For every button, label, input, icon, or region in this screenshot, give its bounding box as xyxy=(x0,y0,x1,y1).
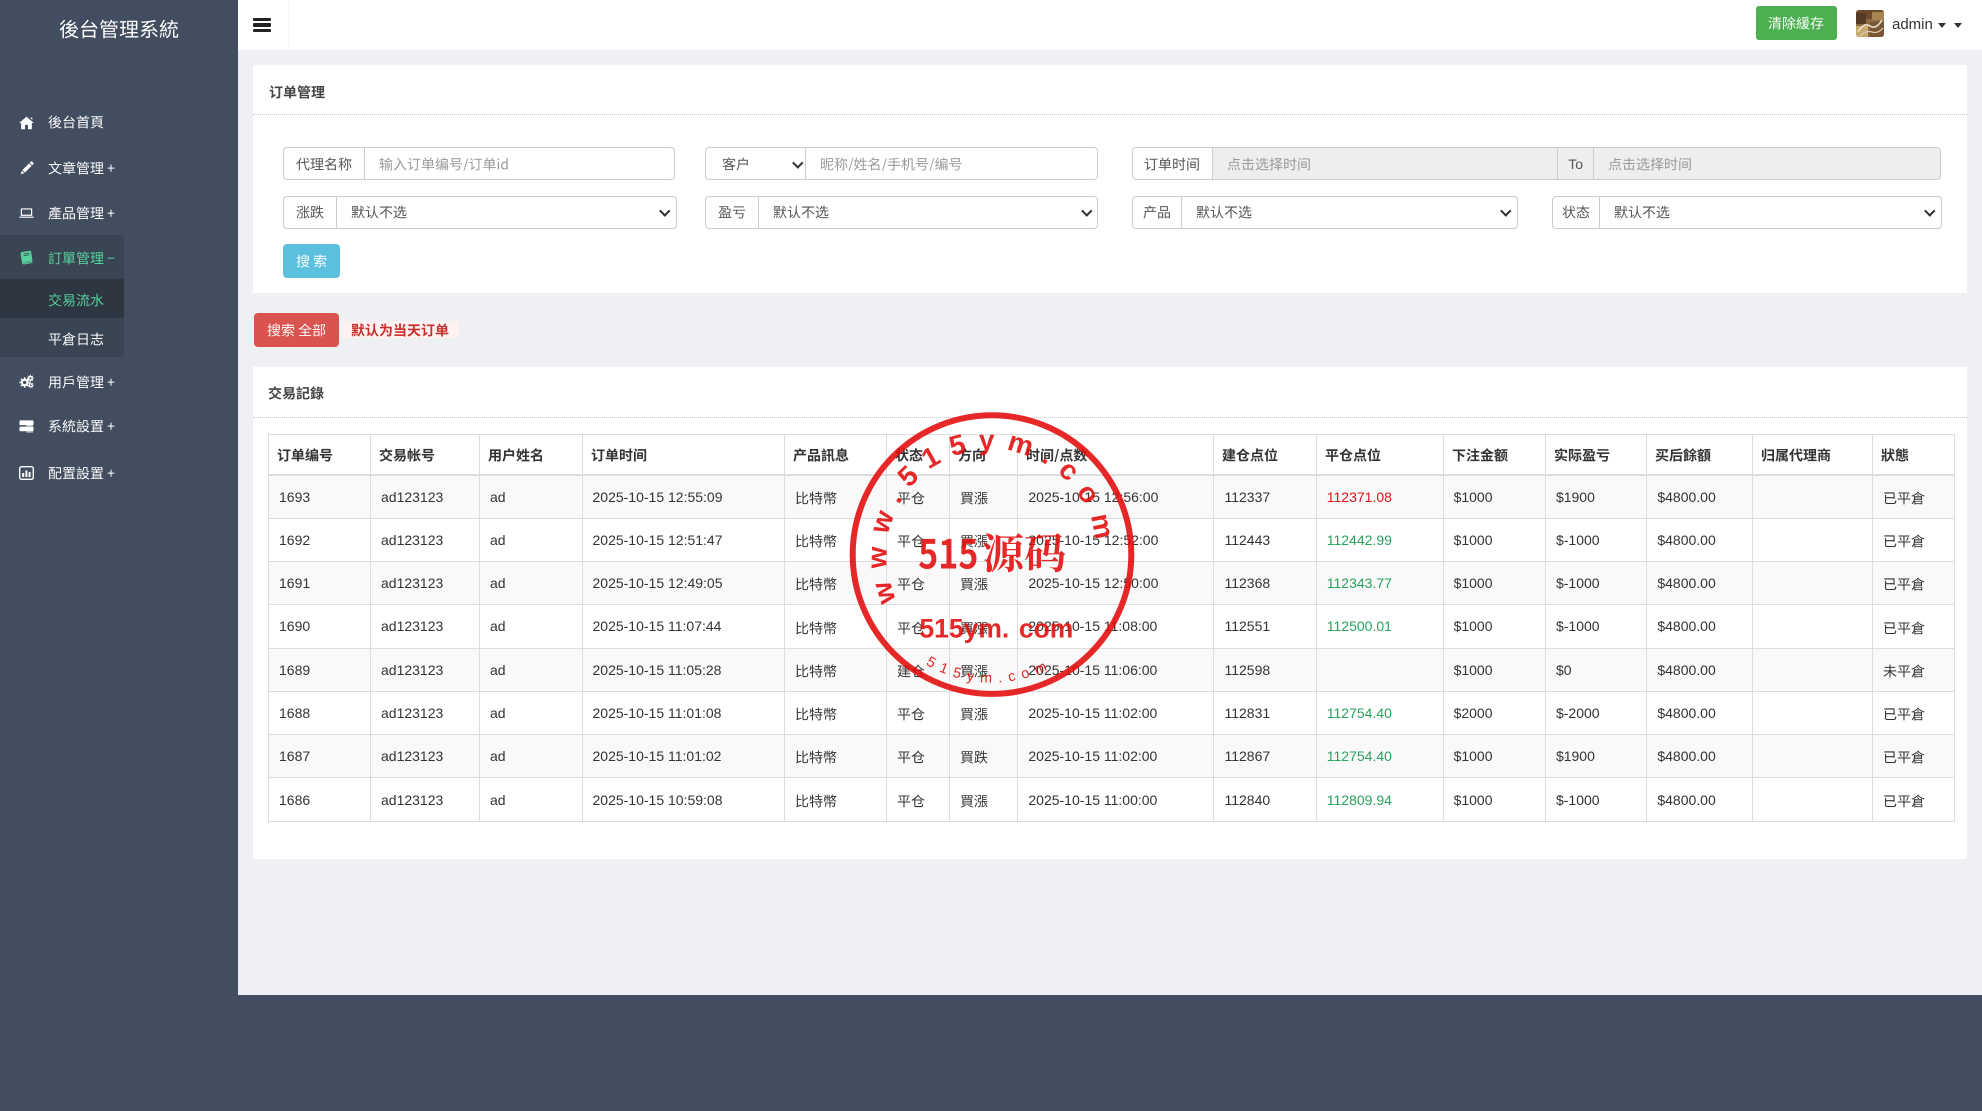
svg-text:515ym. com: 515ym. com xyxy=(919,614,1073,644)
svg-text:515ym.com: 515ym.com xyxy=(924,654,1055,687)
